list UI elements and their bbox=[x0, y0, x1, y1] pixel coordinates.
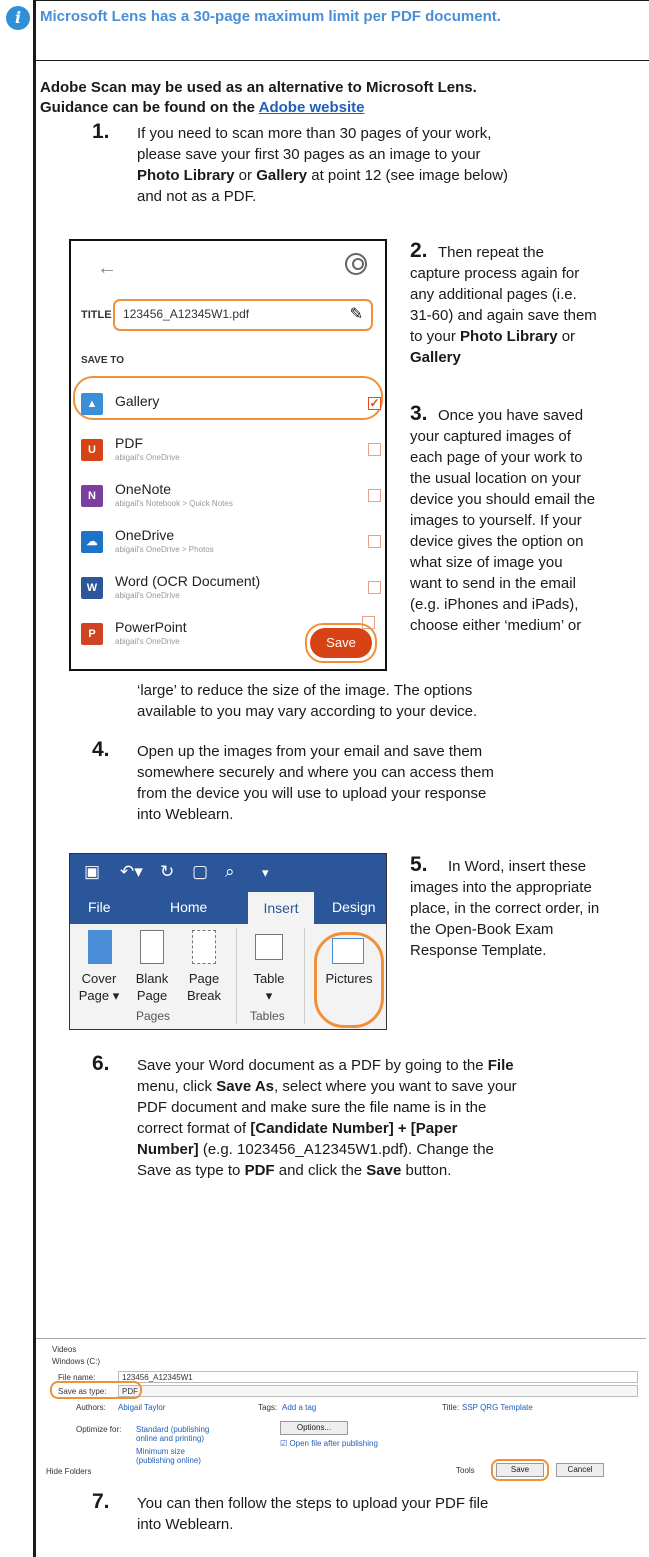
save-icon: ▣ bbox=[84, 862, 101, 881]
word-ribbon-screenshot: ▣ ↶▾ ↻ ▢ ⌕ ▾ File Home Design Insert Cov… bbox=[69, 853, 387, 1030]
back-arrow-icon: ← bbox=[97, 257, 117, 279]
top-rule bbox=[33, 0, 649, 1]
save-option-word: W Word (OCR Document) abigail's OneDrive bbox=[81, 573, 381, 613]
tab-home: Home bbox=[170, 899, 208, 915]
word-checkbox bbox=[368, 581, 381, 594]
onedrive-icon: ☁ bbox=[81, 531, 103, 553]
powerpoint-icon: P bbox=[81, 623, 103, 645]
info-icon: i bbox=[6, 6, 30, 30]
print-preview-icon: ⌕ bbox=[225, 862, 235, 881]
alternative-text: Adobe Scan may be used as an alternative… bbox=[40, 79, 477, 116]
pictures-highlight bbox=[314, 932, 384, 1028]
undo-icon: ↶▾ bbox=[120, 862, 143, 881]
gallery-checkbox: ✓ bbox=[368, 396, 381, 410]
page-break-icon bbox=[192, 930, 216, 964]
table-icon bbox=[255, 934, 283, 960]
onenote-icon: N bbox=[81, 485, 103, 507]
step-1-text: If you need to scan more than 30 pages o… bbox=[137, 125, 509, 205]
blank-page-icon bbox=[140, 930, 164, 964]
gallery-icon: ▲ bbox=[81, 393, 103, 415]
word-icon: W bbox=[81, 577, 103, 599]
videos-folder: Videos bbox=[52, 1345, 77, 1354]
redo-icon: ↻ bbox=[160, 862, 175, 881]
step-6-number: 6. bbox=[92, 1052, 110, 1075]
dialog-cancel-button: Cancel bbox=[556, 1463, 604, 1477]
quick-access-toolbar: ▣ ↶▾ ↻ ▢ ⌕ ▾ bbox=[70, 854, 386, 892]
account-icon bbox=[345, 253, 367, 275]
customize-icon: ▾ bbox=[262, 865, 269, 880]
step-3-text: Once you have saved your captured images… bbox=[410, 407, 596, 634]
pdf-checkbox bbox=[368, 443, 381, 456]
step-4-text: Open up the images from your email and s… bbox=[137, 743, 494, 823]
lens-save-button: Save bbox=[305, 623, 377, 663]
notice-rule bbox=[33, 60, 649, 61]
title-value: 123456_A12345W1.pdf bbox=[123, 307, 250, 321]
adobe-website-link[interactable]: Adobe website bbox=[259, 99, 365, 116]
open-after-checkbox: ☑ Open file after publishing bbox=[280, 1439, 378, 1448]
step-3-continued: ‘large’ to reduce the size of the image.… bbox=[137, 682, 478, 720]
tab-insert: Insert bbox=[248, 892, 314, 924]
step-5-text: In Word, insert these images into the ap… bbox=[410, 858, 600, 959]
onenote-checkbox bbox=[368, 489, 381, 502]
optimize-standard-option: Standard (publishing online and printing) bbox=[136, 1425, 210, 1443]
save-option-onenote: N OneNote abigail's Notebook > Quick Not… bbox=[81, 481, 381, 521]
pdf-icon: U bbox=[81, 439, 103, 461]
title-label: TITLE bbox=[81, 309, 112, 321]
save-option-gallery: ▲ Gallery ✓ bbox=[81, 389, 381, 429]
step-1-number: 1. bbox=[92, 120, 110, 143]
step-7-text: You can then follow the steps to upload … bbox=[137, 1495, 489, 1533]
step-4-number: 4. bbox=[92, 738, 110, 761]
new-doc-icon: ▢ bbox=[192, 862, 209, 881]
left-border bbox=[33, 0, 36, 1557]
tab-design: Design bbox=[332, 899, 376, 915]
cover-page-icon bbox=[88, 930, 112, 964]
ribbon-tabs: File Home Design bbox=[70, 892, 386, 924]
save-button-highlight bbox=[491, 1459, 549, 1481]
step-2-text: Then repeat the capture process again fo… bbox=[410, 244, 597, 366]
optimize-minimum-option: Minimum size (publishing online) bbox=[136, 1447, 201, 1465]
step-7-number: 7. bbox=[92, 1490, 110, 1513]
save-type-highlight bbox=[50, 1381, 142, 1399]
drive-folder: Windows (C:) bbox=[52, 1357, 101, 1366]
hide-folders: Hide Folders bbox=[46, 1467, 92, 1476]
save-option-powerpoint: P PowerPoint abigail's OneDrive bbox=[81, 619, 301, 659]
save-option-onedrive: ☁ OneDrive abigail's OneDrive > Photos bbox=[81, 527, 381, 567]
lens-save-screenshot: ← TITLE 123456_A12345W1.pdf ✎ SAVE TO ▲ … bbox=[69, 239, 387, 671]
save-as-dialog-screenshot: Videos Windows (C:) File name: 123456_A1… bbox=[36, 1338, 646, 1481]
onedrive-checkbox bbox=[368, 535, 381, 548]
pencil-icon: ✎ bbox=[349, 306, 363, 323]
notice-text: Microsoft Lens has a 30-page maximum lim… bbox=[40, 8, 501, 25]
tab-file: File bbox=[88, 899, 111, 915]
save-option-pdf: U PDF abigail's OneDrive bbox=[81, 435, 381, 475]
save-to-label: SAVE TO bbox=[81, 355, 124, 366]
step-6-text: Save your Word document as a PDF by goin… bbox=[137, 1057, 517, 1179]
